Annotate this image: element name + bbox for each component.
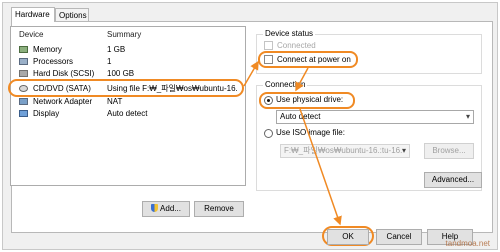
arrow-to-connect-at-power-on (243, 60, 259, 87)
tab-hardware[interactable]: Hardware (11, 7, 55, 22)
arrow-to-ok-button (299, 108, 342, 226)
arrow-to-use-physical-drive (295, 67, 309, 92)
annotation-arrows (243, 60, 342, 226)
